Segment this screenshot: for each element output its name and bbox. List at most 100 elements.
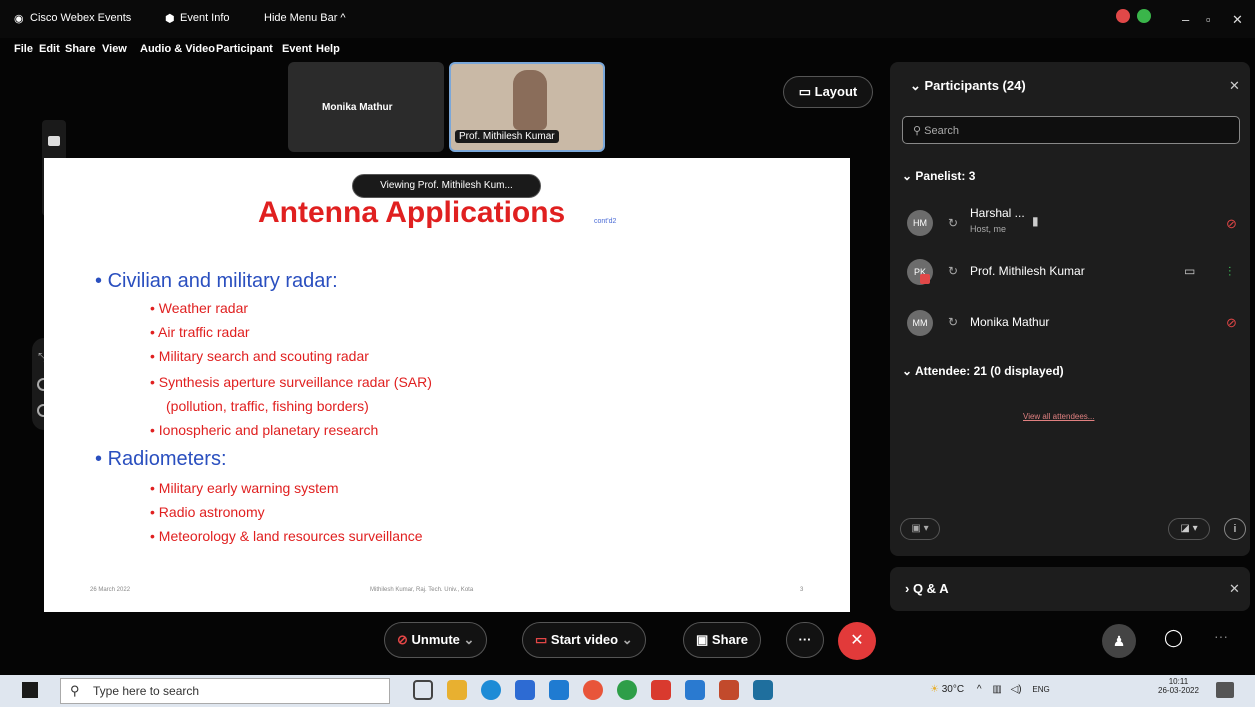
notification-icon[interactable] [1216,682,1234,698]
panelist-section-header[interactable]: ⌄ Panelist: 3 [902,169,975,183]
mute-all-icon[interactable]: ▣ ▾ [900,518,940,540]
qa-title[interactable]: › Q & A [905,581,949,596]
share-icon: ▣ [696,632,712,647]
chevron-up-icon[interactable]: ^ [977,684,982,695]
app-title: Cisco Webex Events [30,12,132,24]
menu-bar: File Edit Share View Audio & Video Parti… [0,38,1255,60]
menu-event[interactable]: Event [282,43,312,55]
edge-icon[interactable] [481,680,501,700]
leave-meeting-button[interactable]: ✕ [838,622,876,660]
task-view-icon[interactable] [413,680,433,700]
event-info-button[interactable]: Event Info [180,12,230,24]
chrome-icon[interactable] [617,680,637,700]
subbullet-text: Ionospheric and planetary research [158,422,379,438]
subbullet-text: Air traffic radar [158,324,250,340]
speaker-video-image [513,70,547,130]
chat-icon[interactable]: ◯ [1164,628,1183,648]
unmute-label: Unmute [411,632,460,647]
photos-icon[interactable] [685,680,705,700]
close-qa-icon[interactable]: ✕ [1229,581,1240,597]
slide-subbullet: • Synthesis aperture surveillance radar … [150,374,432,390]
menu-participant[interactable]: Participant [216,43,273,55]
sync-icon: ↻ [948,264,959,278]
muted-mic-icon[interactable]: ⊘ [1226,216,1237,232]
office-icon[interactable] [651,680,671,700]
avatar: HM [907,210,933,236]
info-icon[interactable]: i [1224,518,1246,540]
share-button[interactable]: ▣ Share [683,622,762,658]
layout-icon: ▭ [798,84,815,99]
mail-icon[interactable] [549,680,569,700]
video-thumbnail-mithilesh[interactable]: Prof. Mithilesh Kumar [449,62,605,152]
layout-button[interactable]: ▭ Layout [783,76,873,108]
participant-name: Monika Mathur [970,315,1050,329]
store-icon[interactable] [515,680,535,700]
participants-title[interactable]: ⌄ Participants (24) [910,78,1026,94]
hide-menu-bar-button[interactable]: Hide Menu Bar ^ [264,12,346,24]
slide-footer-date: 26 March 2022 [90,587,131,593]
windows-start-icon[interactable] [22,682,38,698]
camera-icon[interactable] [48,136,60,146]
sync-icon: ↻ [948,315,959,329]
minimize-button[interactable]: – [1182,12,1189,27]
info-icon: ⬢ [165,13,175,25]
thumbnail-name: Monika Mathur [322,102,393,113]
more-panels-icon[interactable]: ··· [1214,628,1228,644]
slide-subbullet: • Air traffic radar [150,324,250,340]
muted-mic-icon[interactable]: ⊘ [1226,315,1237,331]
slide-title: Antenna Applications [258,196,566,229]
close-window-button[interactable]: ✕ [1232,12,1243,28]
start-video-button[interactable]: ▭ Start video ⌄ [522,622,646,658]
search-icon: ⚲ [70,683,80,698]
clock[interactable]: 10:11 26-03-2022 [1158,677,1199,695]
slide-subbullet: • Meteorology & land resources surveilla… [150,528,423,544]
video-thumbnail-monika[interactable]: Monika Mathur [288,62,444,152]
recording-indicator-icon [1116,9,1130,23]
unmute-button[interactable]: ⊘ Unmute ⌄ [384,622,488,658]
firefox-icon[interactable] [583,680,603,700]
menu-audio-video[interactable]: Audio & Video [140,43,215,55]
restore-button[interactable]: ▫ [1206,12,1211,27]
connection-indicator-icon [1137,9,1151,23]
panelist-header-text: Panelist: 3 [915,169,976,183]
more-options-button[interactable]: ··· [786,622,824,658]
attendee-section-header[interactable]: ⌄ Attendee: 21 (0 displayed) [902,364,1064,378]
clock-date: 26-03-2022 [1158,686,1199,695]
thumbnail-name: Prof. Mithilesh Kumar [455,130,559,143]
menu-view[interactable]: View [102,43,127,55]
participant-search-input[interactable]: ⚲ Search [902,116,1240,144]
share-label: Share [711,632,749,647]
menu-file[interactable]: File [14,43,33,55]
webex-icon[interactable] [753,680,773,700]
view-all-attendees-link[interactable]: View all attendees... [1023,412,1094,421]
presenter-badge-icon [920,274,930,284]
reaction-icon[interactable]: ◪ ▾ [1168,518,1210,540]
title-bar: ◉ Cisco Webex Events ⬢ Event Info Hide M… [0,0,1255,38]
slide-subbullet: • Military early warning system [150,480,339,496]
network-icon[interactable]: ▥ [992,684,1001,695]
subbullet-text: Weather radar [158,300,249,316]
menu-share[interactable]: Share [65,43,96,55]
attendee-header-text: Attendee: 21 (0 displayed) [914,364,1064,378]
file-explorer-icon[interactable] [447,680,467,700]
volume-icon[interactable]: ◁) [1011,684,1022,695]
slide-page-number: 3 [800,587,804,593]
taskbar-search-placeholder: Type here to search [93,684,200,698]
language-indicator[interactable]: ENG [1032,685,1049,694]
subbullet-text: Synthesis aperture surveillance radar (S… [158,374,432,390]
bullet-text: Civilian and military radar: [107,270,338,292]
menu-edit[interactable]: Edit [39,43,60,55]
active-mic-icon[interactable]: ⫶ [1228,264,1231,280]
start-video-label: Start video [550,632,619,647]
mic-muted-icon: ⊘ [397,632,412,647]
subbullet-text: Meteorology & land resources surveillanc… [158,528,423,544]
participants-toggle-icon[interactable]: ♟ [1102,624,1136,658]
chevron-down-icon: ⌄ [463,632,475,647]
video-off-icon: ▭ [535,632,551,647]
taskbar-search-input[interactable]: Type here to search [60,678,390,704]
menu-help[interactable]: Help [316,43,340,55]
slide-bullet: • Radiometers: [95,448,227,470]
close-panel-icon[interactable]: ✕ [1229,78,1240,94]
slide-subbullet: • Weather radar [150,300,249,316]
powerpoint-icon[interactable] [719,680,739,700]
